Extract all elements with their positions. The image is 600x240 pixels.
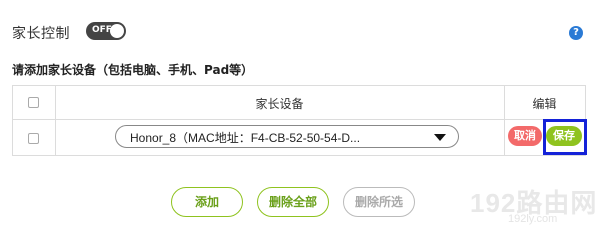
row-checkbox[interactable]	[28, 133, 39, 144]
delete-selected-button[interactable]: 删除所选	[343, 187, 415, 217]
parental-control-toggle[interactable]: OFF	[86, 22, 126, 40]
column-header-edit: 编辑	[532, 97, 557, 111]
help-icon[interactable]: ?	[569, 26, 583, 40]
page-title: 家长控制	[12, 26, 70, 42]
toggle-state-label: OFF	[92, 25, 112, 35]
watermark: 192路由网 192ly.com	[470, 183, 596, 231]
save-button[interactable]: 保存	[546, 126, 582, 146]
column-header-device: 家长设备	[255, 97, 304, 111]
chevron-down-icon	[434, 134, 446, 141]
delete-all-button[interactable]: 删除全部	[257, 187, 329, 217]
select-all-checkbox[interactable]	[28, 97, 39, 108]
device-select-value: Honor_8（MAC地址：F4-CB-52-50-54-D...	[130, 131, 361, 145]
cancel-button[interactable]: 取消	[508, 126, 542, 146]
watermark-url: 192ly.com	[508, 213, 558, 225]
parent-device-table: 家长设备 编辑 Honor_8（MAC地址：F4-CB-52-50-54-D..…	[12, 85, 586, 156]
toggle-knob	[110, 24, 124, 38]
add-button[interactable]: 添加	[171, 187, 243, 217]
table-divider	[13, 119, 585, 120]
section-subtitle: 请添加家长设备（包括电脑、手机、Pad等）	[12, 63, 254, 77]
device-select[interactable]: Honor_8（MAC地址：F4-CB-52-50-54-D...	[115, 125, 459, 148]
